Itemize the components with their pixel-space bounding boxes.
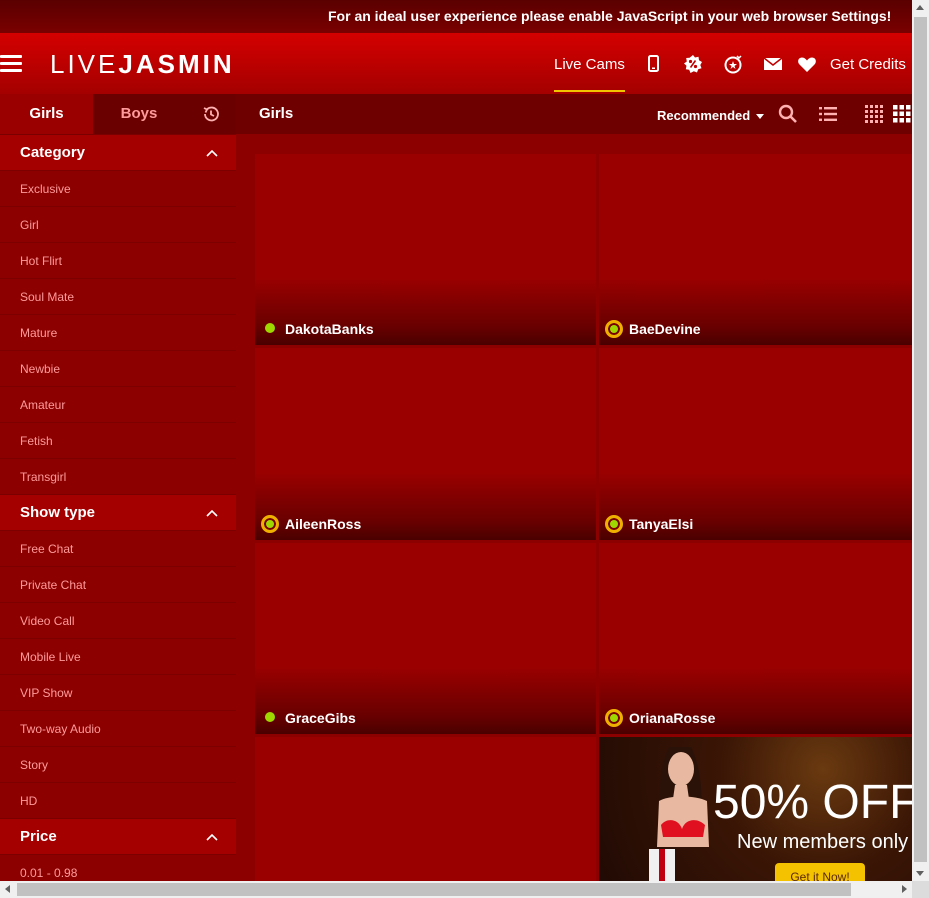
notice-text: For an ideal user experience please enab… — [328, 8, 892, 24]
menu-icon[interactable] — [0, 55, 22, 73]
main-content: Girls Recommended DakotaBanks BaeDevine — [236, 94, 912, 881]
performer-name: TanyaElsi — [629, 516, 694, 532]
performer-card-loading[interactable] — [255, 737, 596, 881]
online-status-icon — [265, 712, 275, 722]
performer-card[interactable]: TanyaElsi — [599, 348, 912, 540]
scroll-down-arrow-icon[interactable] — [916, 871, 924, 876]
price-title: Price — [20, 828, 57, 845]
category-item-amateur[interactable]: Amateur — [0, 386, 236, 422]
vertical-scrollbar[interactable] — [912, 0, 929, 881]
small-grid-icon[interactable] — [864, 104, 884, 124]
sort-label: Recommended — [657, 108, 751, 123]
vip-status-icon — [261, 515, 279, 533]
get-credits-link[interactable]: Get Credits — [830, 33, 906, 97]
page: For an ideal user experience please enab… — [0, 0, 912, 881]
chevron-up-icon — [206, 149, 218, 157]
price-header[interactable]: Price — [0, 818, 236, 854]
show-type-header[interactable]: Show type — [0, 494, 236, 530]
logo-live: LIVE — [50, 49, 119, 79]
performer-name: AileenRoss — [285, 516, 362, 532]
category-item-exclusive[interactable]: Exclusive — [0, 170, 236, 206]
category-item-hot-flirt[interactable]: Hot Flirt — [0, 242, 236, 278]
mail-icon[interactable] — [762, 53, 784, 75]
category-item-fetish[interactable]: Fetish — [0, 422, 236, 458]
promo-icon[interactable] — [682, 53, 704, 75]
show-type-item-private-chat[interactable]: Private Chat — [0, 566, 236, 602]
show-type-item-hd[interactable]: HD — [0, 782, 236, 818]
category-title: Category — [20, 144, 86, 161]
horizontal-scroll-thumb[interactable] — [17, 883, 851, 896]
top-header: LIVEJASMIN Live Cams Get Credits — [0, 33, 912, 94]
show-type-item-vip-show[interactable]: VIP Show — [0, 674, 236, 710]
show-type-item-free-chat[interactable]: Free Chat — [0, 530, 236, 566]
show-type-item-two-way-audio[interactable]: Two-way Audio — [0, 710, 236, 746]
online-status-icon — [265, 323, 275, 333]
category-item-mature[interactable]: Mature — [0, 314, 236, 350]
search-icon[interactable] — [778, 104, 798, 124]
heart-icon[interactable] — [796, 53, 818, 75]
category-item-transgirl[interactable]: Transgirl — [0, 458, 236, 494]
logo-jasmin: JASMIN — [118, 49, 235, 79]
category-item-girl[interactable]: Girl — [0, 206, 236, 242]
chevron-up-icon — [206, 833, 218, 841]
nav-live-cams[interactable]: Live Cams — [554, 33, 625, 94]
page-title: Girls — [259, 105, 294, 122]
vertical-scroll-thumb[interactable] — [914, 17, 927, 862]
scroll-up-arrow-icon[interactable] — [916, 5, 924, 10]
mobile-icon[interactable] — [642, 53, 664, 75]
scrollbar-corner — [912, 881, 929, 898]
history-icon — [203, 106, 219, 122]
performer-name: BaeDevine — [629, 321, 701, 337]
performer-name: DakotaBanks — [285, 321, 374, 337]
bonus-icon[interactable] — [722, 53, 744, 75]
sidebar: Girls Boys Category Exclusive Girl Hot F… — [0, 94, 236, 881]
show-type-title: Show type — [20, 504, 96, 521]
large-grid-icon[interactable] — [892, 104, 912, 124]
tab-history[interactable] — [185, 94, 236, 134]
price-item-range[interactable]: 0.01 - 0.98 — [0, 854, 236, 881]
category-item-soul-mate[interactable]: Soul Mate — [0, 278, 236, 314]
performer-card[interactable]: AileenRoss — [255, 348, 596, 540]
performer-card[interactable]: DakotaBanks — [255, 154, 596, 345]
promo-get-it-now-button[interactable]: Get it Now! — [775, 863, 865, 881]
javascript-notice: For an ideal user experience please enab… — [0, 0, 912, 33]
tab-boys[interactable]: Boys — [93, 94, 185, 134]
performer-card[interactable]: GraceGibs — [255, 543, 596, 734]
performer-name: GraceGibs — [285, 710, 356, 726]
scroll-right-arrow-icon[interactable] — [902, 885, 907, 893]
promo-banner[interactable]: 50% OFF New members only Get it Now! — [599, 737, 912, 881]
sidebar-tabs: Girls Boys — [0, 94, 236, 134]
show-type-item-story[interactable]: Story — [0, 746, 236, 782]
promo-subtitle: New members only — [737, 831, 909, 853]
content-toolbar: Girls Recommended — [236, 94, 912, 134]
show-type-item-mobile-live[interactable]: Mobile Live — [0, 638, 236, 674]
performer-card[interactable]: OrianaRosse — [599, 543, 912, 734]
performer-name: OrianaRosse — [629, 710, 716, 726]
performer-card[interactable]: BaeDevine — [599, 154, 912, 345]
category-item-newbie[interactable]: Newbie — [0, 350, 236, 386]
sort-dropdown[interactable]: Recommended — [657, 94, 765, 137]
tab-girls[interactable]: Girls — [0, 94, 93, 134]
promo-percent: 50% OFF — [713, 776, 912, 829]
list-view-icon[interactable] — [818, 104, 838, 124]
logo[interactable]: LIVEJASMIN — [50, 50, 235, 78]
vip-status-icon — [605, 320, 623, 338]
chevron-up-icon — [206, 509, 218, 517]
vip-status-icon — [605, 709, 623, 727]
caret-down-icon — [756, 114, 765, 120]
horizontal-scrollbar[interactable] — [0, 881, 912, 898]
show-type-item-video-call[interactable]: Video Call — [0, 602, 236, 638]
vip-status-icon — [605, 515, 623, 533]
category-header[interactable]: Category — [0, 134, 236, 170]
scroll-left-arrow-icon[interactable] — [5, 885, 10, 893]
